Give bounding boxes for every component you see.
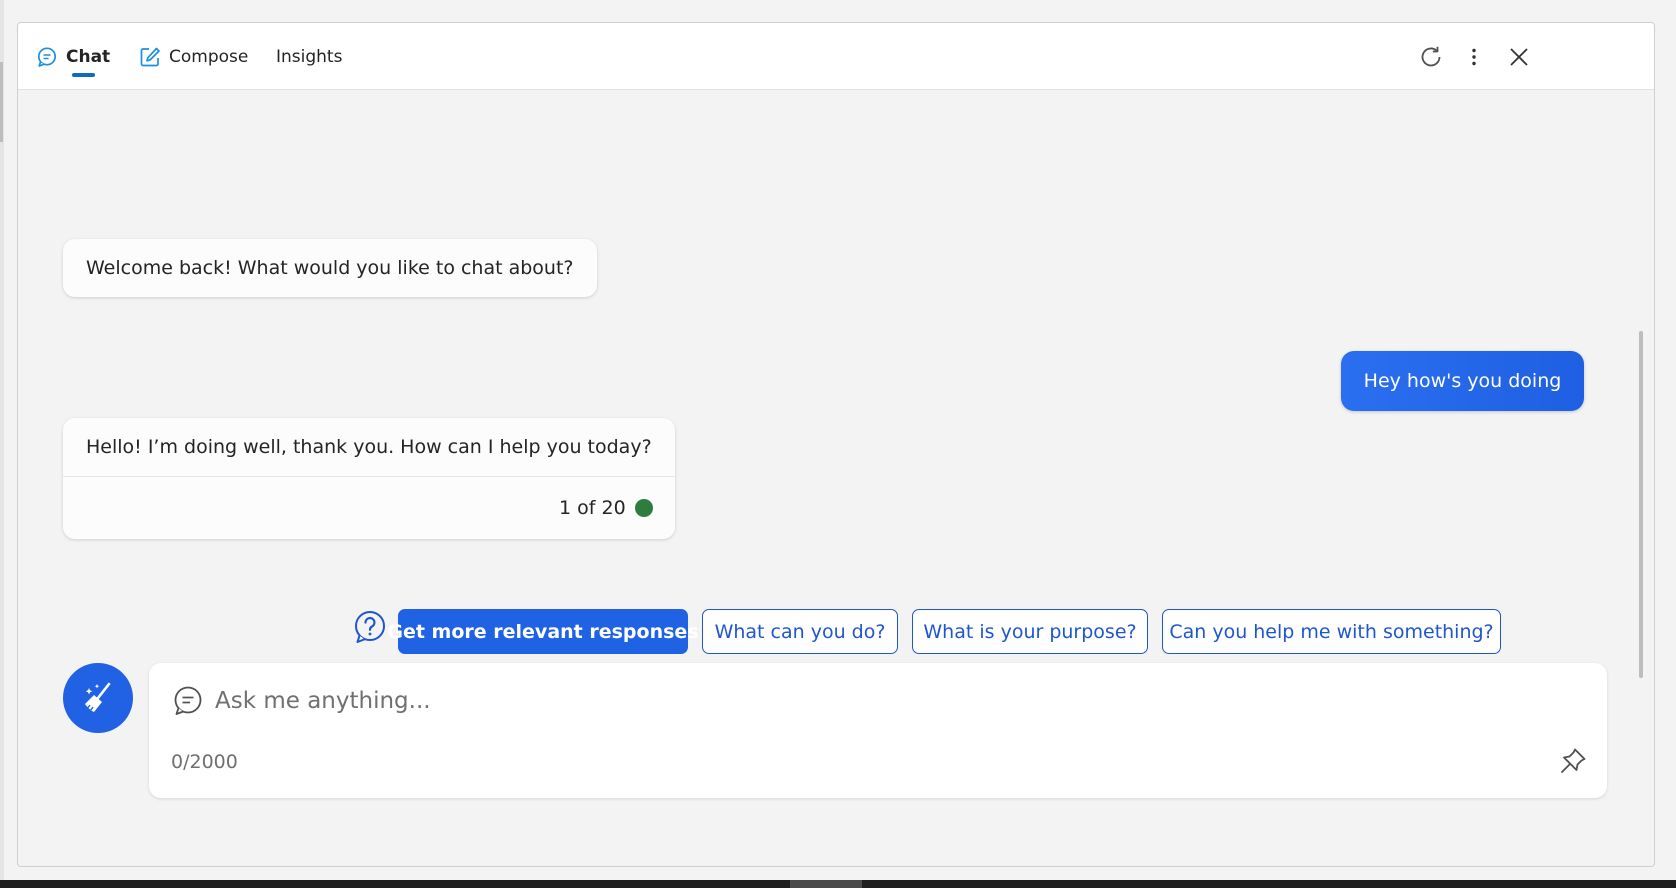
user-message: Hey how's you doing xyxy=(1341,351,1584,411)
active-tab-indicator xyxy=(72,73,95,77)
pin-icon xyxy=(1561,748,1586,773)
edge-notch xyxy=(0,62,3,142)
pin-button[interactable] xyxy=(1558,746,1588,776)
close-icon xyxy=(1510,48,1528,66)
message-text: Hello! I’m doing well, thank you. How ca… xyxy=(86,436,652,458)
tab-compose[interactable]: Compose xyxy=(139,23,248,90)
turn-counter: 1 of 20 xyxy=(559,497,626,519)
chip-label: Get more relevant responses xyxy=(387,620,699,643)
close-button[interactable] xyxy=(1503,41,1535,73)
taskbar xyxy=(0,880,1676,888)
suggestion-chip-help[interactable]: Can you help me with something? xyxy=(1162,609,1501,654)
bot-message-reply: Hello! I’m doing well, thank you. How ca… xyxy=(63,418,675,539)
panel-header: Chat Compose Insights xyxy=(18,23,1654,90)
suggestion-chip-what-can-you-do[interactable]: What can you do? xyxy=(702,609,898,654)
more-vertical-icon xyxy=(1472,48,1476,66)
chat-scrollbar[interactable] xyxy=(1639,331,1643,678)
question-bubble-icon xyxy=(355,611,385,643)
chat-bubble-icon xyxy=(36,46,58,68)
copilot-panel: Chat Compose Insights Welcome back! What… xyxy=(17,22,1655,867)
broom-sparkle-icon xyxy=(85,682,111,712)
tab-compose-label: Compose xyxy=(169,46,249,67)
new-topic-button[interactable] xyxy=(63,663,133,733)
tab-chat-label: Chat xyxy=(66,46,111,67)
message-text: Welcome back! What would you like to cha… xyxy=(86,257,574,279)
status-dot xyxy=(634,499,653,517)
suggestion-chip-purpose[interactable]: What is your purpose? xyxy=(912,609,1148,654)
character-counter: 0/2000 xyxy=(171,751,238,773)
refresh-button[interactable] xyxy=(1415,41,1447,73)
chip-label: Can you help me with something? xyxy=(1169,620,1494,643)
tab-insights-label: Insights xyxy=(276,46,343,67)
window-left-edge xyxy=(0,0,4,888)
chat-bubble-icon xyxy=(174,686,202,715)
suggestion-chip-relevant-responses[interactable]: Get more relevant responses xyxy=(387,609,699,654)
compose-icon xyxy=(139,46,161,68)
more-options-button[interactable] xyxy=(1458,41,1490,73)
taskbar-item[interactable] xyxy=(790,880,862,888)
refresh-icon xyxy=(1421,46,1441,67)
chip-label: What can you do? xyxy=(714,620,886,643)
bot-message-welcome: Welcome back! What would you like to cha… xyxy=(63,239,597,297)
tab-insights[interactable]: Insights xyxy=(276,23,342,90)
message-text: Hey how's you doing xyxy=(1363,370,1562,392)
composer: 0/2000 xyxy=(149,663,1607,798)
chip-label: What is your purpose? xyxy=(923,620,1137,643)
chat-input[interactable] xyxy=(215,681,1515,721)
tab-chat[interactable]: Chat xyxy=(36,23,110,90)
message-footer: 1 of 20 xyxy=(63,476,675,539)
help-suggestions-button[interactable] xyxy=(352,609,388,645)
